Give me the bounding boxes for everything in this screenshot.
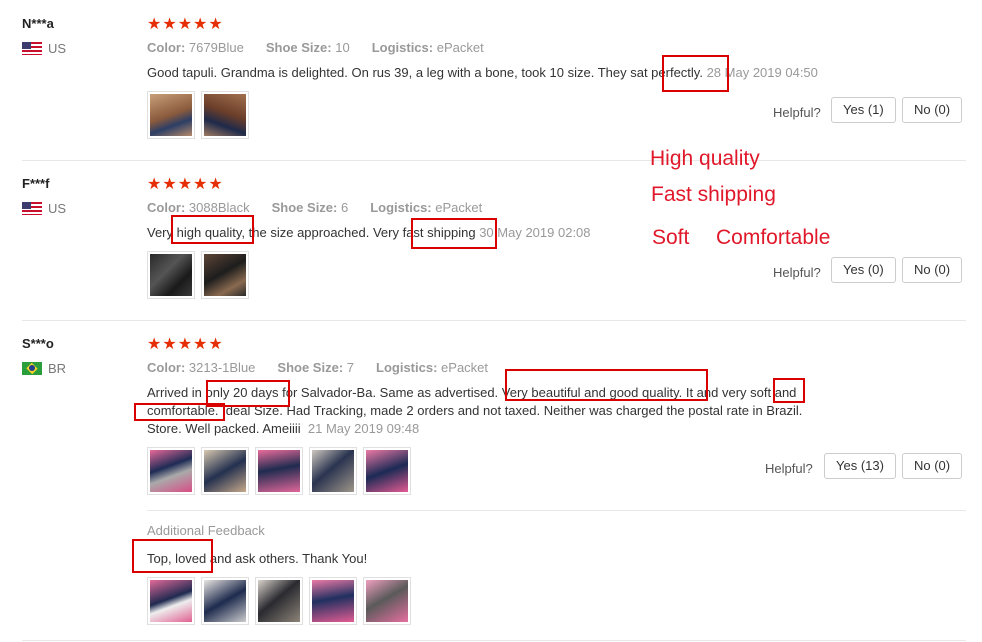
logistics-label: Logistics: (371, 40, 434, 55)
helpful-no-button[interactable]: No (0) (902, 453, 963, 479)
country-code: US (48, 41, 67, 56)
highlight-box (773, 378, 805, 403)
helpful-no-button[interactable]: No (0) (902, 97, 963, 123)
shoe-size-label: Shoe Size: (277, 360, 344, 375)
color-label: Color: (147, 360, 186, 375)
helpful-yes-button[interactable]: Yes (1) (831, 97, 896, 123)
review-photos (147, 251, 249, 299)
review-photo[interactable] (147, 577, 195, 625)
review-body-line: Store. Well packed. Ameiiii (147, 421, 301, 436)
reviewer-country: US (22, 201, 66, 216)
review-photo[interactable] (147, 251, 195, 299)
review-photo[interactable] (201, 91, 249, 139)
shoe-size-value: 6 (341, 200, 349, 215)
review-photo[interactable] (201, 577, 249, 625)
annotation-fast-shipping: Fast shipping (651, 183, 776, 206)
color-value: 3088Black (188, 200, 250, 215)
review-photo[interactable] (255, 447, 303, 495)
helpful-label: Helpful? (765, 461, 813, 476)
review-meta: Color: 7679Blue Shoe Size: 10 Logistics: e… (147, 40, 484, 55)
reviewer-name: S***o (22, 336, 54, 351)
shoe-size-value: 10 (335, 40, 350, 55)
logistics-value: ePacket (436, 40, 484, 55)
country-code: BR (48, 361, 67, 376)
country-code: US (48, 201, 67, 216)
highlight-box (505, 369, 708, 401)
helpful-label: Helpful? (773, 105, 821, 120)
rating-stars: ★★★★★ (147, 16, 224, 33)
review-meta: Color: 3213-1Blue Shoe Size: 7 Logistics: … (147, 360, 488, 375)
annotation-comfortable: Comfortable (716, 226, 831, 249)
review-photos (147, 447, 411, 495)
additional-feedback-divider (147, 510, 966, 511)
logistics-label: Logistics: (370, 200, 432, 215)
helpful-label: Helpful? (773, 265, 821, 280)
reviewer-country: BR (22, 361, 66, 376)
logistics-value: ePacket (435, 200, 483, 215)
logistics-value: ePacket (441, 360, 489, 375)
review-photo[interactable] (363, 577, 411, 625)
highlight-box (171, 215, 254, 244)
color-label: Color: (147, 200, 186, 215)
review-photo[interactable] (255, 577, 303, 625)
review-photo[interactable] (309, 577, 357, 625)
color-value: 7679Blue (188, 40, 244, 55)
review-photo[interactable] (363, 447, 411, 495)
color-label: Color: (147, 40, 186, 55)
shoe-size-value: 7 (346, 360, 355, 375)
review-photo[interactable] (147, 91, 195, 139)
additional-feedback-photos (147, 577, 411, 625)
review-photo[interactable] (201, 447, 249, 495)
annotation-soft: Soft (652, 226, 690, 249)
highlight-box (662, 55, 729, 92)
color-value: 3213-1Blue (188, 360, 256, 375)
br-flag-icon (22, 362, 42, 375)
review-photo[interactable] (201, 251, 249, 299)
highlight-box (134, 403, 225, 421)
review-divider (22, 640, 966, 641)
helpful-yes-button[interactable]: Yes (0) (831, 257, 896, 283)
review-date: 21 May 2019 09:48 (307, 421, 420, 436)
review-divider (22, 160, 966, 161)
highlight-box (411, 218, 497, 249)
review-body: Good tapuli. Grandma is delighted. On ru… (147, 65, 703, 80)
rating-stars: ★★★★★ (147, 176, 224, 193)
rating-stars: ★★★★★ (147, 336, 224, 353)
review-divider (22, 320, 966, 321)
reviewer-country: US (22, 41, 66, 56)
shoe-size-label: Shoe Size: (271, 200, 338, 215)
helpful-no-button[interactable]: No (0) (902, 257, 963, 283)
us-flag-icon (22, 202, 42, 215)
us-flag-icon (22, 42, 42, 55)
review-photo[interactable] (147, 447, 195, 495)
review-meta: Color: 3088Black Shoe Size: 6 Logistics: e… (147, 200, 482, 215)
review-photos (147, 91, 249, 139)
highlight-box (132, 539, 213, 573)
reviewer-name: N***a (22, 16, 54, 31)
shoe-size-label: Shoe Size: (265, 40, 332, 55)
review-photo[interactable] (309, 447, 357, 495)
helpful-yes-button[interactable]: Yes (13) (824, 453, 896, 479)
logistics-label: Logistics: (376, 360, 438, 375)
annotation-high-quality: High quality (650, 147, 760, 170)
reviewer-name: F***f (22, 176, 50, 191)
additional-feedback-heading: Additional Feedback (147, 523, 265, 538)
